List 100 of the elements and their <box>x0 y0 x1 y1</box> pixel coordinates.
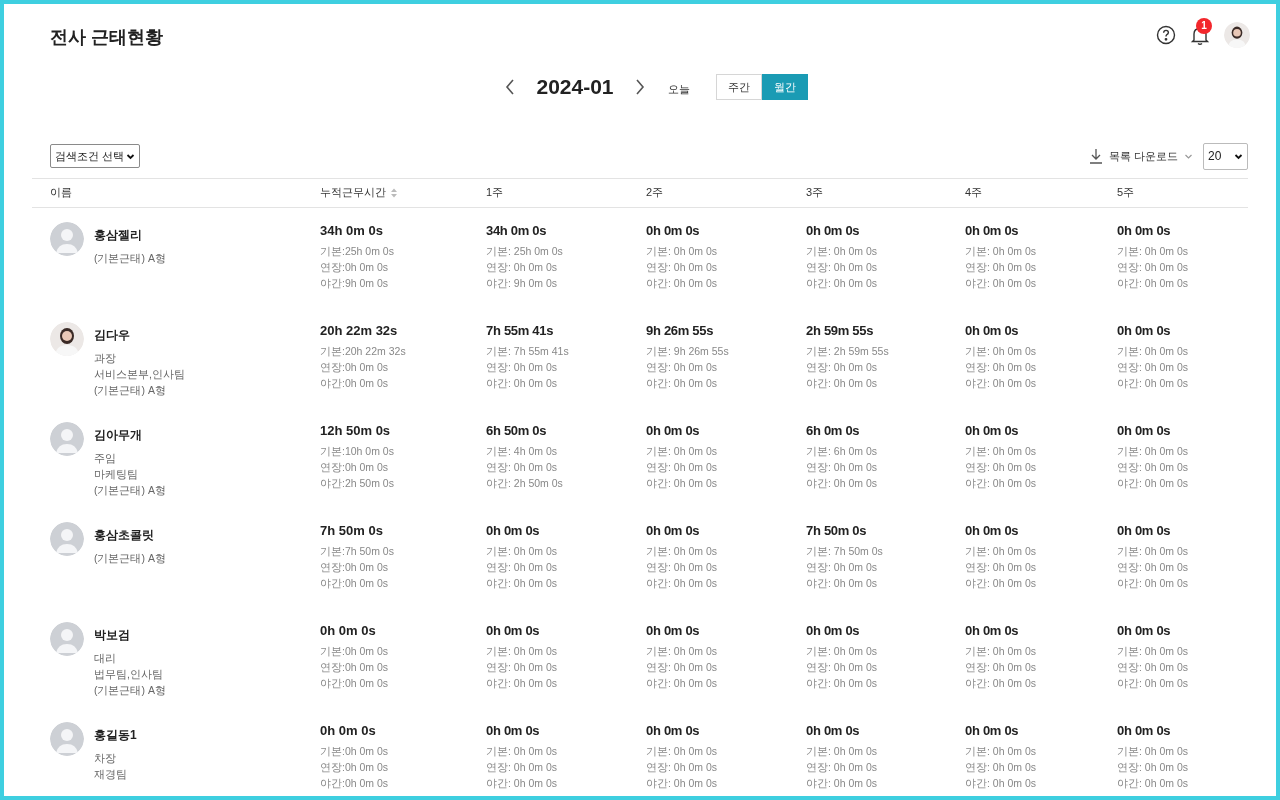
column-header: 1주 <box>486 185 504 201</box>
time-detail: 연장: 0h 0m 0s <box>1117 659 1190 675</box>
employee-info: 마케팅팀 <box>94 466 139 482</box>
time-detail: 야간: 0h 0m 0s <box>486 775 559 791</box>
time-detail: 야간: 0h 0m 0s <box>965 275 1038 291</box>
time-detail: 야간: 0h 0m 0s <box>1117 475 1190 491</box>
time-detail: 기본: 6h 0m 0s <box>806 443 879 459</box>
time-detail: 연장: 0h 0m 0s <box>806 759 879 775</box>
time-detail: 연장:0h 0m 0s <box>320 259 390 275</box>
employee-info: 주임 <box>94 450 117 466</box>
column-header: 이름 <box>50 185 72 201</box>
employee-info: (기본근태) A형 <box>94 250 166 266</box>
time-detail: 야간: 0h 0m 0s <box>965 375 1038 391</box>
time-detail: 기본: 0h 0m 0s <box>1117 243 1190 259</box>
time-total: 0h 0m 0s <box>965 221 1020 240</box>
time-detail: 야간: 0h 0m 0s <box>486 375 559 391</box>
time-detail: 야간: 0h 0m 0s <box>965 575 1038 591</box>
time-detail: 야간:0h 0m 0s <box>320 575 390 591</box>
time-total: 0h 0m 0s <box>965 721 1020 740</box>
page-title: 전사 근태현황 <box>50 26 163 49</box>
employee-info: (기본근태) A형 <box>94 550 166 566</box>
page-size-select[interactable]: 20 <box>1203 142 1248 170</box>
time-detail: 연장:0h 0m 0s <box>320 559 390 575</box>
time-total: 0h 0m 0s <box>646 221 701 240</box>
time-detail: 연장: 0h 0m 0s <box>1117 559 1190 575</box>
time-detail: 야간: 0h 0m 0s <box>806 675 879 691</box>
employee-info: 법무팀,인사팀 <box>94 666 164 682</box>
time-detail: 야간:0h 0m 0s <box>320 775 390 791</box>
chevron-right-icon[interactable] <box>633 77 646 96</box>
time-detail: 야간: 0h 0m 0s <box>806 775 879 791</box>
time-detail: 연장: 0h 0m 0s <box>965 759 1038 775</box>
time-total: 0h 0m 0s <box>806 721 861 740</box>
time-total: 0h 0m 0s <box>486 521 541 540</box>
time-total: 0h 0m 0s <box>1117 621 1172 640</box>
time-detail: 야간:0h 0m 0s <box>320 375 390 391</box>
time-detail: 연장:0h 0m 0s <box>320 459 390 475</box>
time-total: 0h 0m 0s <box>646 521 701 540</box>
time-detail: 야간: 0h 0m 0s <box>1117 275 1190 291</box>
time-detail: 기본: 0h 0m 0s <box>646 243 719 259</box>
time-detail: 기본: 0h 0m 0s <box>965 743 1038 759</box>
time-detail: 기본:25h 0m 0s <box>320 243 395 259</box>
chevron-left-icon[interactable] <box>504 77 517 96</box>
time-detail: 기본:20h 22m 32s <box>320 343 407 359</box>
time-detail: 야간: 0h 0m 0s <box>1117 675 1190 691</box>
time-detail: 야간: 0h 0m 0s <box>1117 775 1190 791</box>
period-label: 2024-01 <box>536 74 614 100</box>
time-detail: 야간: 0h 0m 0s <box>965 775 1038 791</box>
time-detail: 연장: 0h 0m 0s <box>646 659 719 675</box>
time-total: 0h 0m 0s <box>806 221 861 240</box>
time-total: 0h 0m 0s <box>1117 321 1172 340</box>
time-detail: 야간: 0h 0m 0s <box>806 275 879 291</box>
time-detail: 연장: 0h 0m 0s <box>1117 759 1190 775</box>
time-total: 7h 50m 0s <box>806 521 868 540</box>
time-detail: 기본: 0h 0m 0s <box>1117 643 1190 659</box>
help-icon[interactable] <box>1156 25 1176 45</box>
time-detail: 연장: 0h 0m 0s <box>1117 359 1190 375</box>
time-detail: 기본: 9h 26m 55s <box>646 343 730 359</box>
filter-select[interactable]: 검색조건 선택 <box>50 144 141 168</box>
time-total: 0h 0m 0s <box>646 621 701 640</box>
employee-info: 재경팀 <box>94 766 128 782</box>
time-detail: 야간: 0h 0m 0s <box>646 575 719 591</box>
employee-info: 과장 <box>94 350 117 366</box>
time-detail: 연장: 0h 0m 0s <box>965 559 1038 575</box>
time-detail: 연장: 0h 0m 0s <box>806 359 879 375</box>
time-detail: 연장: 0h 0m 0s <box>486 759 559 775</box>
time-total: 34h 0m 0s <box>320 221 384 240</box>
time-detail: 기본:0h 0m 0s <box>320 643 390 659</box>
column-header: 5주 <box>1117 185 1135 201</box>
time-detail: 연장:0h 0m 0s <box>320 659 390 675</box>
today-button[interactable]: 오늘 <box>667 80 690 97</box>
time-total: 6h 0m 0s <box>806 421 861 440</box>
time-detail: 기본:7h 50m 0s <box>320 543 395 559</box>
time-detail: 기본: 0h 0m 0s <box>646 643 719 659</box>
time-detail: 기본:0h 0m 0s <box>320 743 390 759</box>
download-button[interactable]: 목록 다운로드 <box>1088 147 1193 165</box>
time-total: 0h 0m 0s <box>1117 721 1172 740</box>
column-header: 4주 <box>965 185 983 201</box>
time-detail: 기본: 0h 0m 0s <box>646 743 719 759</box>
time-detail: 기본: 0h 0m 0s <box>486 743 559 759</box>
time-detail: 연장:0h 0m 0s <box>320 759 390 775</box>
time-total: 0h 0m 0s <box>806 621 861 640</box>
view-tab[interactable]: 주간 <box>715 73 762 100</box>
time-detail: 연장: 0h 0m 0s <box>486 659 559 675</box>
time-detail: 야간: 2h 50m 0s <box>486 475 564 491</box>
time-detail: 야간:0h 0m 0s <box>320 675 390 691</box>
time-detail: 연장: 0h 0m 0s <box>486 359 559 375</box>
time-detail: 기본: 0h 0m 0s <box>1117 743 1190 759</box>
employee-name: 김다우 <box>94 326 131 344</box>
time-detail: 연장: 0h 0m 0s <box>646 259 719 275</box>
time-detail: 야간:2h 50m 0s <box>320 475 395 491</box>
time-total: 0h 0m 0s <box>965 421 1020 440</box>
time-detail: 기본: 0h 0m 0s <box>806 643 879 659</box>
time-total: 0h 0m 0s <box>1117 221 1172 240</box>
time-detail: 기본: 4h 0m 0s <box>486 443 559 459</box>
avatar-icon <box>1224 22 1250 48</box>
time-total: 2h 59m 55s <box>806 321 875 340</box>
time-detail: 기본: 7h 55m 41s <box>486 343 570 359</box>
time-detail: 연장: 0h 0m 0s <box>646 459 719 475</box>
time-detail: 야간: 0h 0m 0s <box>1117 375 1190 391</box>
time-detail: 연장: 0h 0m 0s <box>646 559 719 575</box>
